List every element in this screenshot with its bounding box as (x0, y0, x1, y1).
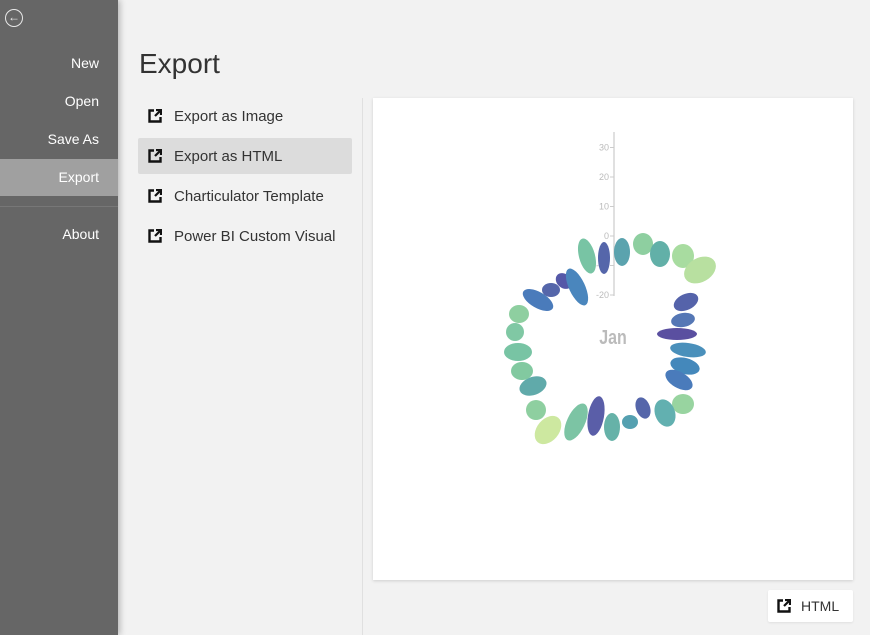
option-label: Export as HTML (174, 147, 283, 165)
glyph-ellipse (635, 397, 651, 419)
export-option-html[interactable]: Export as HTML (138, 138, 352, 174)
glyph-ellipse (633, 233, 653, 255)
glyph-ellipse (511, 362, 533, 380)
external-link-icon (148, 109, 162, 123)
page-title: Export (139, 48, 220, 79)
glyph-ellipse (672, 394, 694, 414)
glyph-ellipse (506, 323, 524, 341)
panel-divider (362, 98, 363, 635)
option-label: Charticulator Template (174, 187, 324, 205)
glyph-ellipse (598, 242, 610, 274)
glyph-ellipse (670, 342, 706, 358)
y-axis-tick-label: -20 (596, 290, 609, 300)
option-label: Power BI Custom Visual (174, 227, 336, 245)
center-label: Jan (599, 326, 627, 348)
glyph-ellipse (671, 312, 695, 328)
glyph-ellipse (526, 400, 546, 420)
export-option-image[interactable]: Export as Image (138, 98, 352, 134)
y-axis-tick-label: 0 (604, 231, 609, 241)
glyph-ellipse (509, 305, 529, 323)
sidebar: ← New Open Save As Export About (0, 0, 118, 635)
glyph-ellipse (542, 283, 560, 297)
y-axis-tick-label: 20 (599, 172, 609, 182)
sidebar-item-export[interactable]: Export (0, 159, 118, 196)
y-axis-tick-label: 10 (599, 202, 609, 212)
glyph-ellipse (622, 415, 638, 429)
glyph-ellipse (614, 238, 630, 266)
back-arrow-icon[interactable]: ← (5, 9, 23, 27)
export-option-template[interactable]: Charticulator Template (138, 178, 352, 214)
sidebar-divider (0, 206, 118, 207)
y-axis-tick-label: 30 (599, 143, 609, 153)
glyph-ellipse (673, 292, 699, 312)
external-link-icon (777, 599, 791, 613)
export-html-label: HTML (801, 598, 840, 614)
export-option-powerbi[interactable]: Power BI Custom Visual (138, 218, 352, 254)
export-html-button[interactable]: HTML (768, 590, 853, 622)
glyph-ellipse (504, 343, 532, 361)
chart-svg: 3020100-10-20Jan (504, 132, 716, 445)
sidebar-item-about[interactable]: About (0, 216, 118, 253)
glyph-ellipse (650, 241, 670, 267)
glyph-ellipse (604, 413, 620, 441)
sidebar-item-save-as[interactable]: Save As (0, 121, 118, 158)
glyph-ellipse (657, 328, 697, 340)
option-label: Export as Image (174, 107, 284, 125)
glyph-ellipse (587, 396, 605, 436)
external-link-icon (148, 189, 162, 203)
external-link-icon (148, 229, 162, 243)
sidebar-item-new[interactable]: New (0, 45, 118, 82)
chart-preview: 3020100-10-20Jan (373, 98, 853, 580)
sidebar-item-open[interactable]: Open (0, 83, 118, 120)
external-link-icon (148, 149, 162, 163)
